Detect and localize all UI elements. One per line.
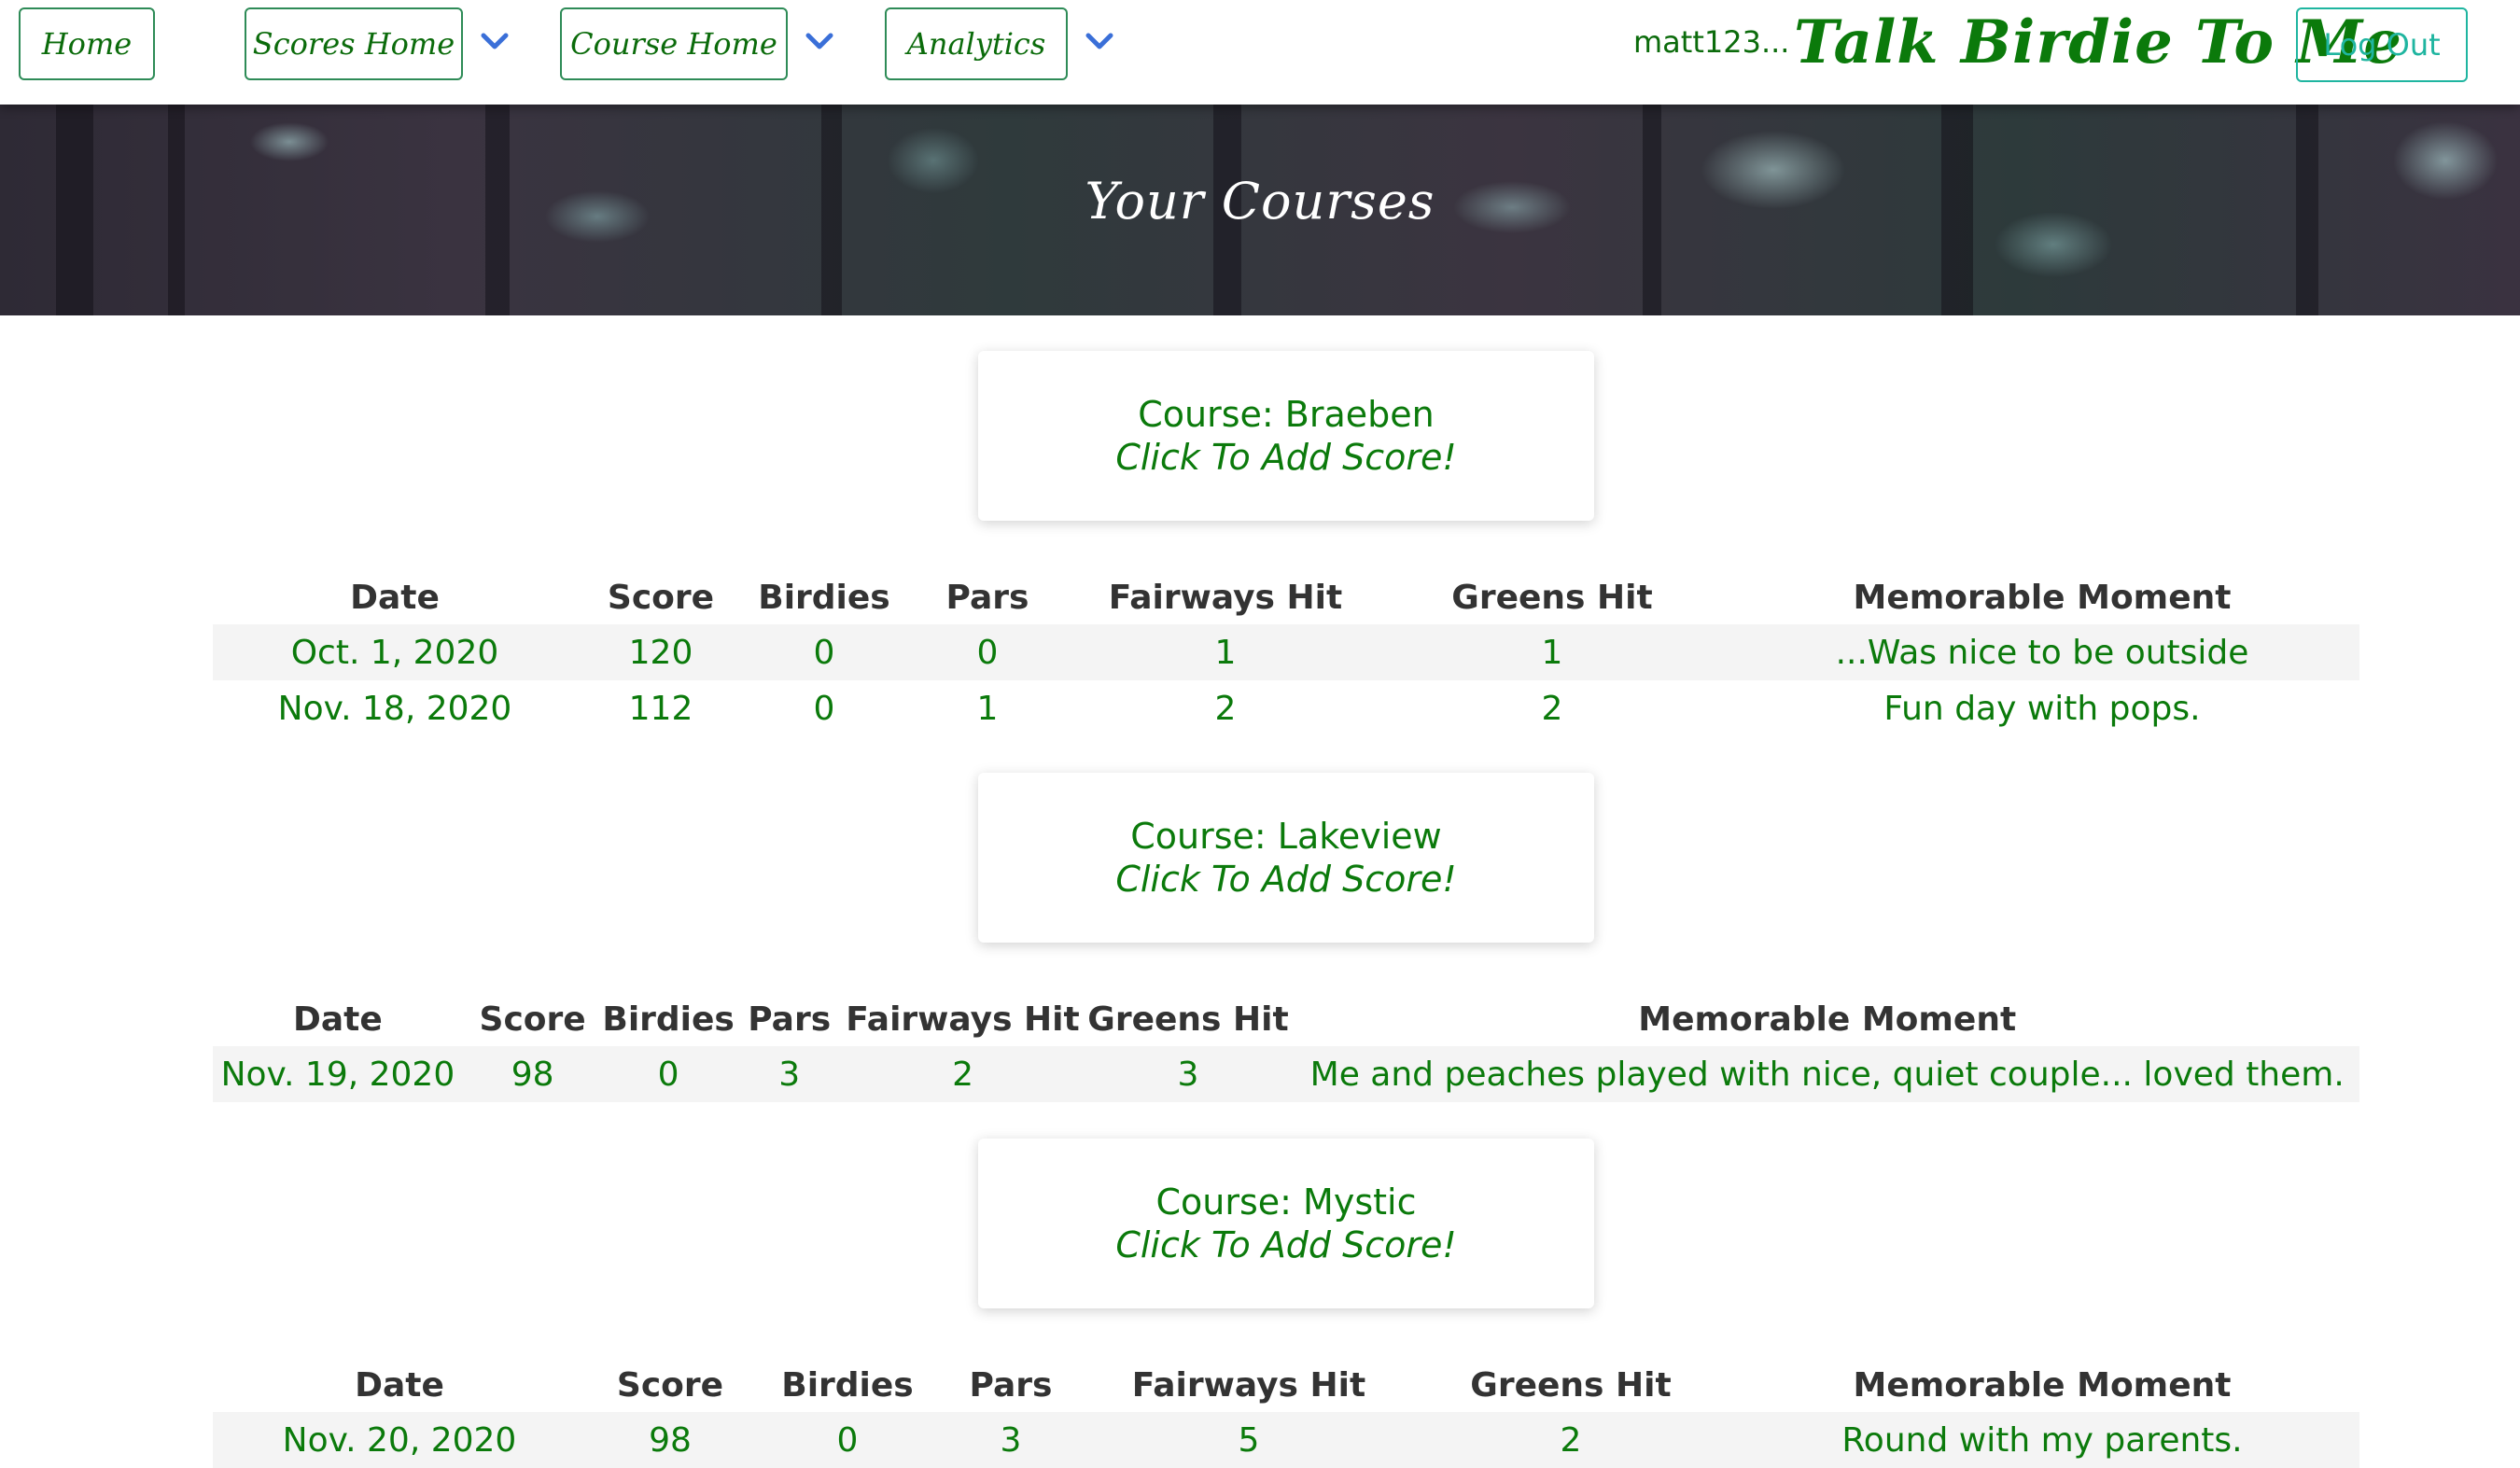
add-score-link[interactable]: Click To Add Score! [1115, 436, 1456, 479]
scores-table-mystic: Date Score Birdies Pars Fairways Hit Gre… [213, 1358, 2359, 1468]
column-header-memorable-moment: Memorable Moment [1853, 1365, 2232, 1405]
course-card-braeben[interactable]: Course: Braeben Click To Add Score! [978, 351, 1594, 521]
column-header-memorable-moment: Memorable Moment [1853, 578, 2232, 617]
column-header-date: Date [293, 1000, 383, 1039]
cell-birdies: 0 [745, 624, 903, 680]
add-score-link[interactable]: Click To Add Score! [1115, 1223, 1456, 1266]
cell-greens-hit: 1 [1379, 624, 1725, 680]
table-row: Nov. 20, 2020 98 0 3 5 2 Round with my p… [213, 1412, 2359, 1468]
cell-date: Oct. 1, 2020 [213, 624, 577, 680]
cell-score: 120 [577, 624, 745, 680]
cell-birdies: 0 [602, 1046, 735, 1102]
cell-pars: 3 [941, 1412, 1081, 1468]
table-header-row: Date Score Birdies Pars Fairways Hit Gre… [213, 1358, 2359, 1412]
analytics-dropdown-chevron-down-icon[interactable] [1084, 30, 1115, 52]
cell-fairways-hit: 2 [844, 1046, 1082, 1102]
column-header-birdies: Birdies [758, 578, 890, 617]
cell-pars: 1 [976, 689, 999, 728]
column-header-score: Score [607, 578, 715, 617]
column-header-fairways-hit: Fairways Hit [1108, 578, 1343, 617]
scores-home-button[interactable]: Scores Home [245, 7, 463, 80]
cell-date: Nov. 19, 2020 [213, 1046, 463, 1102]
cell-birdies: 0 [813, 689, 835, 728]
column-header-greens-hit: Greens Hit [1470, 1365, 1672, 1405]
table-row: Nov. 18, 2020 112 0 1 2 2 Fun day with p… [213, 680, 2359, 736]
table-header-row: Date Score Birdies Pars Fairways Hit Gre… [213, 992, 2359, 1046]
column-header-birdies: Birdies [781, 1365, 914, 1405]
course-name: Course: Braeben [1138, 394, 1435, 435]
cell-fairways-hit: 1 [1071, 624, 1379, 680]
course-name: Course: Mystic [1155, 1181, 1417, 1223]
column-header-birdies: Birdies [602, 1000, 735, 1039]
top-nav: Home Scores Home Course Home Analytics m… [0, 0, 2520, 105]
cell-memorable-moment: Me and peaches played with nice, quiet c… [1295, 1046, 2359, 1102]
home-button[interactable]: Home [19, 7, 155, 80]
analytics-button[interactable]: Analytics [885, 7, 1068, 80]
course-card-mystic[interactable]: Course: Mystic Click To Add Score! [978, 1139, 1594, 1308]
table-row: Oct. 1, 2020 120 0 0 1 1 ...Was nice to … [213, 624, 2359, 680]
add-score-link[interactable]: Click To Add Score! [1115, 858, 1456, 901]
cell-pars: 3 [734, 1046, 845, 1102]
cell-fairways-hit: 5 [1081, 1412, 1417, 1468]
column-header-score: Score [479, 1000, 586, 1039]
cell-greens-hit: 2 [1541, 689, 1563, 728]
scores-home-dropdown-chevron-down-icon[interactable] [479, 30, 511, 52]
column-header-greens-hit: Greens Hit [1087, 1000, 1289, 1039]
cell-score: 98 [462, 1046, 603, 1102]
hero-banner: Your Courses [0, 105, 2520, 315]
cell-pars: 0 [903, 624, 1071, 680]
column-header-memorable-moment: Memorable Moment [1638, 1000, 2017, 1039]
cell-memorable-moment: Round with my parents. [1725, 1412, 2359, 1468]
table-header-row: Date Score Birdies Pars Fairways Hit Gre… [213, 570, 2359, 624]
column-header-date: Date [355, 1365, 444, 1405]
scores-table-braeben: Date Score Birdies Pars Fairways Hit Gre… [213, 570, 2359, 736]
course-home-dropdown-chevron-down-icon[interactable] [804, 30, 835, 52]
column-header-pars: Pars [748, 1000, 832, 1039]
cell-memorable-moment: ...Was nice to be outside [1725, 624, 2359, 680]
cell-fairways-hit: 2 [1214, 689, 1237, 728]
column-header-date: Date [350, 578, 440, 617]
course-name: Course: Lakeview [1130, 816, 1442, 857]
cell-greens-hit: 2 [1417, 1412, 1725, 1468]
column-header-pars: Pars [945, 578, 1029, 617]
cell-greens-hit: 3 [1081, 1046, 1295, 1102]
cell-memorable-moment: Fun day with pops. [1883, 689, 2201, 728]
cell-birdies: 0 [754, 1412, 941, 1468]
cell-date: Nov. 18, 2020 [277, 689, 512, 728]
page-title: Your Courses [1085, 172, 1435, 231]
logout-button[interactable]: Log Out [2296, 7, 2468, 82]
cell-date: Nov. 20, 2020 [213, 1412, 586, 1468]
username-label: matt123... [1633, 24, 1790, 60]
cell-score: 98 [586, 1412, 754, 1468]
column-header-greens-hit: Greens Hit [1451, 578, 1653, 617]
column-header-score: Score [616, 1365, 724, 1405]
column-header-pars: Pars [969, 1365, 1053, 1405]
column-header-fairways-hit: Fairways Hit [1131, 1365, 1366, 1405]
course-home-button[interactable]: Course Home [560, 7, 788, 80]
column-header-fairways-hit: Fairways Hit [846, 1000, 1080, 1039]
course-card-lakeview[interactable]: Course: Lakeview Click To Add Score! [978, 773, 1594, 943]
table-row: Nov. 19, 2020 98 0 3 2 3 Me and peaches … [213, 1046, 2359, 1102]
cell-score: 112 [628, 689, 693, 728]
scores-table-lakeview: Date Score Birdies Pars Fairways Hit Gre… [213, 992, 2359, 1102]
